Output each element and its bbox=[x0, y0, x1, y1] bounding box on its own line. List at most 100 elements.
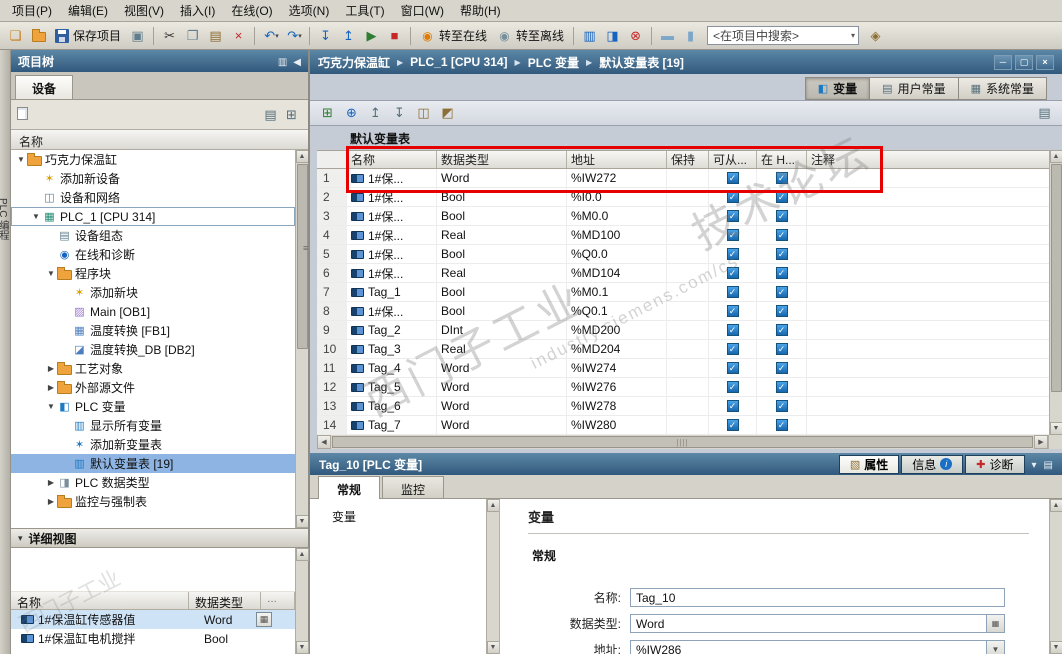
checkbox[interactable]: ✓ bbox=[726, 286, 739, 298]
menu-item[interactable]: 窗口(W) bbox=[393, 0, 452, 22]
scroll-down-icon[interactable]: ▼ bbox=[486, 641, 500, 654]
go-offline-button[interactable]: ◉ 转至离线 bbox=[493, 26, 568, 45]
insert-row-icon[interactable]: ⊕ bbox=[341, 103, 362, 124]
checkbox[interactable]: ✓ bbox=[775, 229, 788, 241]
accessible-cell[interactable]: ✓ bbox=[709, 378, 757, 396]
checkbox[interactable]: ✓ bbox=[775, 248, 788, 260]
panel-pin-icon[interactable]: ▥ bbox=[278, 57, 287, 68]
cut-icon[interactable]: ✂ bbox=[159, 25, 180, 46]
scroll-down-icon[interactable]: ▼ bbox=[295, 515, 308, 528]
visible-hmi-cell[interactable]: ✓ bbox=[757, 245, 807, 263]
comment-cell[interactable] bbox=[807, 321, 1049, 339]
browse-button[interactable]: ▦ bbox=[256, 612, 272, 627]
datatype-cell[interactable]: Real bbox=[437, 340, 567, 358]
checkbox[interactable]: ✓ bbox=[726, 324, 739, 336]
accessible-cell[interactable]: ✓ bbox=[709, 397, 757, 415]
address-cell[interactable]: %IW276 bbox=[567, 378, 667, 396]
tree-item[interactable]: ▦ 温度转换 [FB1] bbox=[11, 321, 295, 340]
props-list-scrollbar[interactable]: ▲ ▼ bbox=[486, 499, 500, 654]
new-project-icon[interactable]: ❏ bbox=[5, 25, 26, 46]
accessible-cell[interactable]: ✓ bbox=[709, 169, 757, 187]
menu-item[interactable]: 选项(N) bbox=[281, 0, 338, 22]
project-library-icon[interactable]: ◈ bbox=[865, 25, 886, 46]
comment-cell[interactable] bbox=[807, 188, 1049, 206]
checkbox[interactable]: ✓ bbox=[726, 343, 739, 355]
retain-cell[interactable] bbox=[667, 359, 709, 377]
name-cell[interactable]: 1#保... bbox=[347, 169, 437, 187]
name-cell[interactable]: Tag_3 bbox=[347, 340, 437, 358]
visible-hmi-cell[interactable]: ✓ bbox=[757, 302, 807, 320]
name-cell[interactable]: Tag_7 bbox=[347, 416, 437, 434]
checkbox[interactable]: ✓ bbox=[775, 400, 788, 412]
name-cell[interactable]: 1#保... bbox=[347, 302, 437, 320]
retain-cell[interactable] bbox=[667, 226, 709, 244]
checkbox[interactable]: ✓ bbox=[775, 286, 788, 298]
comment-cell[interactable] bbox=[807, 397, 1049, 415]
name-cell[interactable]: 1#保... bbox=[347, 245, 437, 263]
tree-item[interactable]: ▶ 工艺对象 bbox=[11, 359, 295, 378]
tree-item[interactable]: ▼ ◧ PLC 变量 bbox=[11, 397, 295, 416]
datatype-cell[interactable]: Real bbox=[437, 226, 567, 244]
apply-snapshot-icon[interactable]: ◩ bbox=[437, 103, 458, 124]
retain-cell[interactable] bbox=[667, 321, 709, 339]
tree-item[interactable]: ✶ 添加新变量表 bbox=[11, 435, 295, 454]
retain-cell[interactable] bbox=[667, 302, 709, 320]
visible-hmi-cell[interactable]: ✓ bbox=[757, 397, 807, 415]
retain-cell[interactable] bbox=[667, 340, 709, 358]
tab-user-constants[interactable]: ▤ 用户常量 bbox=[869, 77, 959, 100]
tree-expander-icon[interactable]: ▼ bbox=[45, 402, 57, 411]
scrollbar-thumb[interactable] bbox=[296, 164, 308, 349]
menu-item[interactable]: 编辑(E) bbox=[60, 0, 116, 22]
tab-info[interactable]: 信息 i bbox=[901, 454, 964, 474]
go-online-button[interactable]: ◉ 转至在线 bbox=[416, 26, 491, 45]
start-cpu-icon[interactable]: ▶ bbox=[361, 25, 382, 46]
tree-item[interactable]: ✶ 添加新设备 bbox=[11, 169, 295, 188]
visible-hmi-cell[interactable]: ✓ bbox=[757, 207, 807, 225]
checkbox[interactable]: ✓ bbox=[775, 267, 788, 279]
scrollbar-thumb[interactable] bbox=[1050, 164, 1062, 392]
retain-cell[interactable] bbox=[667, 188, 709, 206]
tree-expander-icon[interactable]: ▼ bbox=[15, 155, 27, 164]
retain-cell[interactable] bbox=[667, 283, 709, 301]
comment-cell[interactable] bbox=[807, 226, 1049, 244]
delete-icon[interactable]: × bbox=[228, 25, 249, 46]
restore-button[interactable]: ▢ bbox=[1015, 54, 1033, 70]
retain-cell[interactable] bbox=[667, 416, 709, 434]
address-cell[interactable]: %IW274 bbox=[567, 359, 667, 377]
retain-cell[interactable] bbox=[667, 245, 709, 263]
split-editor-horizontal-icon[interactable]: ▬ bbox=[657, 25, 678, 46]
menu-item[interactable]: 视图(V) bbox=[116, 0, 172, 22]
collapse-panel-icon[interactable]: ▾ bbox=[1032, 460, 1037, 471]
visible-hmi-cell[interactable]: ✓ bbox=[757, 283, 807, 301]
address-cell[interactable]: %IW278 bbox=[567, 397, 667, 415]
checkbox[interactable]: ✓ bbox=[726, 419, 739, 431]
panel-splitter[interactable]: ≡ bbox=[303, 243, 308, 253]
checkbox[interactable]: ✓ bbox=[726, 400, 739, 412]
tree-item[interactable]: ▶ 外部源文件 bbox=[11, 378, 295, 397]
checkbox[interactable]: ✓ bbox=[726, 305, 739, 317]
checkbox[interactable]: ✓ bbox=[775, 324, 788, 336]
datatype-cell[interactable]: Bool bbox=[437, 302, 567, 320]
address-cell[interactable]: %MD204 bbox=[567, 340, 667, 358]
comment-cell[interactable] bbox=[807, 207, 1049, 225]
checkbox[interactable]: ✓ bbox=[775, 305, 788, 317]
address-cell[interactable]: %Q0.0 bbox=[567, 245, 667, 263]
checkbox[interactable]: ✓ bbox=[726, 172, 739, 184]
tree-item[interactable]: ▼ ▦ PLC_1 [CPU 314] bbox=[11, 207, 295, 226]
datatype-cell[interactable]: Bool bbox=[437, 283, 567, 301]
props-form-scrollbar[interactable]: ▲ ▼ bbox=[1049, 499, 1062, 654]
undo-icon[interactable]: ↶ ▾ bbox=[260, 25, 281, 46]
tree-item[interactable]: ▥ 默认变量表 [19] bbox=[11, 454, 295, 473]
name-field[interactable]: Tag_10 bbox=[630, 588, 1005, 607]
dropdown-arrow-icon[interactable]: ▾ bbox=[851, 31, 855, 40]
tab-monitor[interactable]: 监控 bbox=[382, 476, 445, 498]
dropdown-arrow-icon[interactable]: ▾ bbox=[275, 32, 279, 40]
tree-expander-icon[interactable]: ▼ bbox=[30, 212, 42, 221]
export-icon[interactable]: ↥ bbox=[365, 103, 386, 124]
address-cell[interactable]: %MD100 bbox=[567, 226, 667, 244]
datatype-cell[interactable]: Word bbox=[437, 378, 567, 396]
tree-item[interactable]: ▶ ◨ PLC 数据类型 bbox=[11, 473, 295, 492]
scroll-down-icon[interactable]: ▼ bbox=[295, 641, 309, 654]
accessible-cell[interactable]: ✓ bbox=[709, 207, 757, 225]
visible-hmi-cell[interactable]: ✓ bbox=[757, 416, 807, 434]
